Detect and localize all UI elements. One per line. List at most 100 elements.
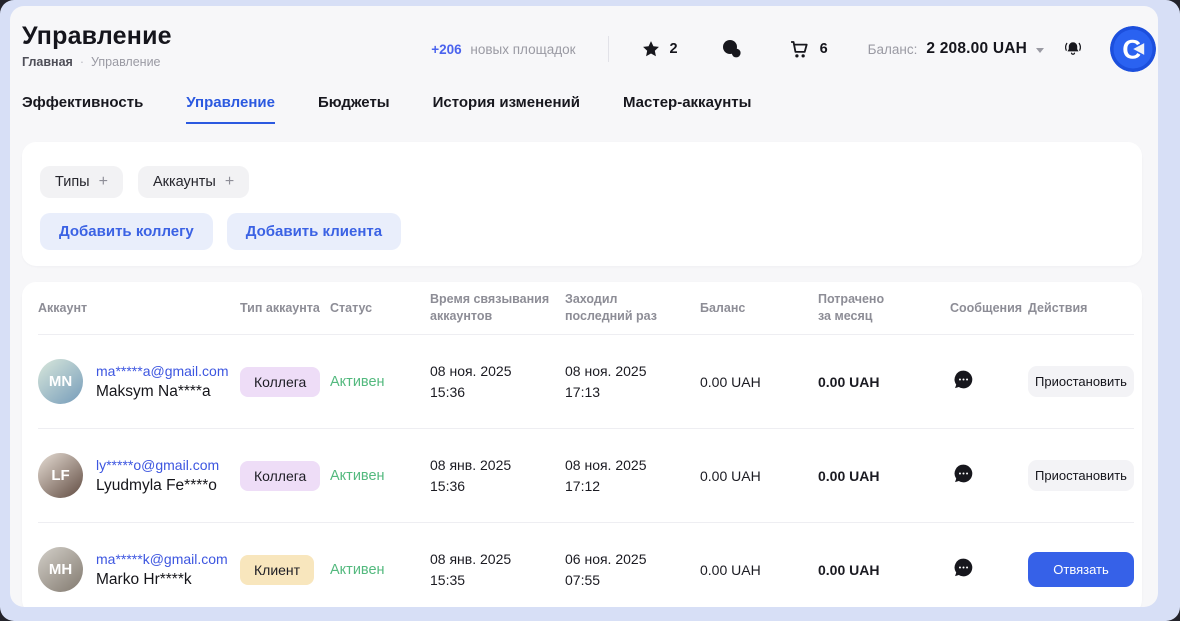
account-type-cell: Клиент: [240, 555, 330, 585]
tab-bar: Эффективность Управление Бюджеты История из…: [10, 94, 1158, 124]
table-header-row: АккаунтТип аккаунтаСтатусВремя связывани…: [38, 282, 1134, 334]
row-action-button[interactable]: Отвязать: [1028, 552, 1134, 587]
account-text: ly*****o@gmail.com Lyudmyla Fe****o: [96, 457, 219, 495]
balance-label: Баланс:: [868, 42, 918, 57]
breadcrumb-separator: ·: [80, 55, 84, 69]
column-header: Аккаунт: [38, 300, 240, 317]
new-platforms-link[interactable]: +206 новых площадок: [431, 42, 575, 57]
balance-cell: 0.00 UAH: [700, 562, 818, 578]
column-header: Статус: [330, 300, 430, 317]
balance-value: 2 208.00 UAH: [926, 40, 1027, 58]
account-email-link[interactable]: ma*****a@gmail.com: [96, 363, 228, 379]
last-seen: 08 ноя. 2025 17:12: [565, 455, 700, 496]
column-header: Сообщения: [950, 300, 1028, 317]
filter-chips-row: Типы + Аккаунты +: [40, 166, 1142, 198]
chat-ellipsis-icon: [952, 368, 975, 394]
row-action-button[interactable]: Приостановить: [1028, 366, 1134, 397]
messages-cell: [950, 556, 1028, 584]
spent-cell: 0.00 UAH: [818, 468, 950, 484]
account-type-cell: Коллега: [240, 367, 330, 397]
favorites-count: 2: [670, 41, 678, 57]
filter-actions-row: Добавить коллегу Добавить клиента: [40, 213, 1142, 250]
account-name: Marko Hr****k: [96, 571, 228, 589]
table-row: MN ma*****a@gmail.com Maksym Na****a Кол…: [38, 334, 1134, 428]
account-type-badge: Коллега: [240, 461, 320, 491]
bell-icon[interactable]: [1062, 38, 1084, 60]
cart-count: 6: [820, 41, 828, 57]
linked-at: 08 янв. 2025 15:36: [430, 455, 565, 496]
accounts-table: АккаунтТип аккаунтаСтатусВремя связывани…: [22, 282, 1142, 607]
chat-ellipsis-icon: [952, 556, 975, 582]
account-text: ma*****a@gmail.com Maksym Na****a: [96, 363, 228, 401]
new-platforms-label: новых площадок: [470, 42, 575, 57]
account-name: Lyudmyla Fe****o: [96, 477, 219, 495]
cart-group[interactable]: 6: [788, 38, 828, 61]
account-email-link[interactable]: ma*****k@gmail.com: [96, 551, 228, 567]
actions-cell: Приостановить: [1028, 366, 1134, 397]
add-button[interactable]: Добавить коллегу: [40, 213, 213, 250]
column-header: Действия: [1028, 300, 1134, 317]
column-header: Тип аккаунта: [240, 300, 330, 317]
breadcrumb: Главная · Управление: [22, 55, 172, 69]
app-window: Управление Главная · Управление +206 нов…: [10, 6, 1158, 607]
avatar: MN: [38, 359, 83, 404]
app-logo[interactable]: C: [1110, 26, 1156, 72]
messages-cell: [950, 462, 1028, 490]
balance-cell: 0.00 UAH: [700, 468, 818, 484]
top-bar: Управление Главная · Управление +206 нов…: [10, 6, 1158, 72]
tab[interactable]: Бюджеты: [318, 94, 390, 124]
actions-cell: Приостановить: [1028, 460, 1134, 491]
filter-chip-label: Типы: [55, 174, 90, 190]
messages-cell: [950, 368, 1028, 396]
message-button[interactable]: [952, 462, 975, 488]
column-header: Заходил последний раз: [565, 291, 700, 325]
tab[interactable]: История изменений: [433, 94, 580, 124]
row-action-button[interactable]: Приостановить: [1028, 460, 1134, 491]
status-label: Активен: [330, 468, 430, 484]
last-seen: 06 ноя. 2025 07:55: [565, 549, 700, 590]
balance-dropdown[interactable]: Баланс: 2 208.00 UAH: [868, 40, 1044, 58]
table-row: MH ma*****k@gmail.com Marko Hr****k Клие…: [38, 522, 1134, 607]
account-cell: LF ly*****o@gmail.com Lyudmyla Fe****o: [38, 453, 240, 498]
new-platforms-count: +206: [431, 42, 461, 57]
chevron-down-icon: [1036, 48, 1044, 53]
status-label: Активен: [330, 374, 430, 390]
page-background: Управление Главная · Управление +206 нов…: [0, 0, 1180, 621]
account-type-badge: Коллега: [240, 367, 320, 397]
favorites-group[interactable]: 2: [641, 39, 678, 59]
breadcrumb-home[interactable]: Главная: [22, 55, 73, 69]
avatar: MH: [38, 547, 83, 592]
tab[interactable]: Мастер-аккаунты: [623, 94, 751, 124]
last-seen: 08 ноя. 2025 17:13: [565, 361, 700, 402]
title-block: Управление Главная · Управление: [22, 22, 172, 69]
plus-icon: +: [225, 174, 234, 190]
account-type-badge: Клиент: [240, 555, 314, 585]
tab[interactable]: Эффективность: [22, 94, 143, 124]
chat-ellipsis-icon: [952, 462, 975, 488]
top-bar-right: +206 новых площадок 2: [431, 26, 1156, 72]
linked-at: 08 ноя. 2025 15:36: [430, 361, 565, 402]
column-header: Время связывания аккаунтов: [430, 291, 565, 325]
plus-icon: +: [99, 174, 108, 190]
account-type-cell: Коллега: [240, 461, 330, 491]
page-title: Управление: [22, 22, 172, 51]
breadcrumb-current: Управление: [91, 55, 161, 69]
add-button[interactable]: Добавить клиента: [227, 213, 401, 250]
chat-icon[interactable]: [720, 37, 744, 61]
header-divider: [608, 36, 609, 62]
account-name: Maksym Na****a: [96, 383, 228, 401]
filter-chip[interactable]: Типы +: [40, 166, 123, 198]
filters-panel: Типы + Аккаунты + Добавить коллегуДобави…: [22, 142, 1142, 266]
tab[interactable]: Управление: [186, 94, 275, 124]
status-label: Активен: [330, 562, 430, 578]
table-row: LF ly*****o@gmail.com Lyudmyla Fe****o К…: [38, 428, 1134, 522]
actions-cell: Отвязать: [1028, 552, 1134, 587]
message-button[interactable]: [952, 368, 975, 394]
filter-chip[interactable]: Аккаунты +: [138, 166, 249, 198]
linked-at: 08 янв. 2025 15:35: [430, 549, 565, 590]
cart-icon: [788, 38, 811, 61]
account-email-link[interactable]: ly*****o@gmail.com: [96, 457, 219, 473]
message-button[interactable]: [952, 556, 975, 582]
avatar: LF: [38, 453, 83, 498]
column-header: Потрачено за месяц: [818, 291, 950, 325]
